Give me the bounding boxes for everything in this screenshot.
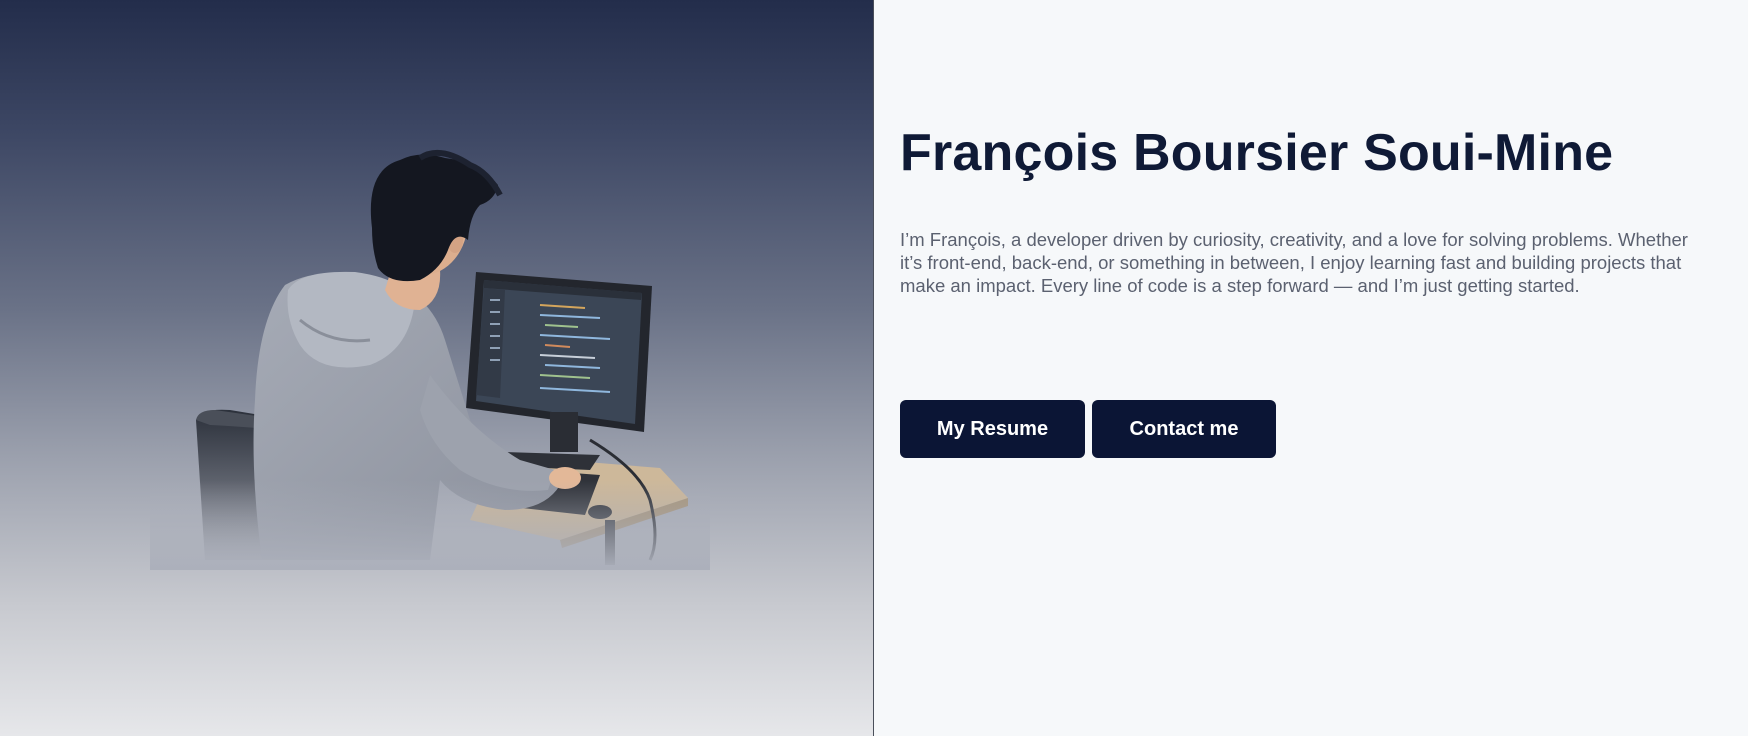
my-resume-button[interactable]: My Resume [900, 400, 1085, 458]
hero-image-panel [0, 0, 874, 736]
page-title: François Boursier Soui-Mine [900, 124, 1614, 182]
hero-content: François Boursier Soui-Mine I’m François… [874, 0, 1748, 736]
intro-paragraph: I’m François, a developer driven by curi… [900, 229, 1688, 296]
contact-me-button[interactable]: Contact me [1092, 400, 1276, 458]
developer-at-computer-illustration [150, 149, 710, 570]
